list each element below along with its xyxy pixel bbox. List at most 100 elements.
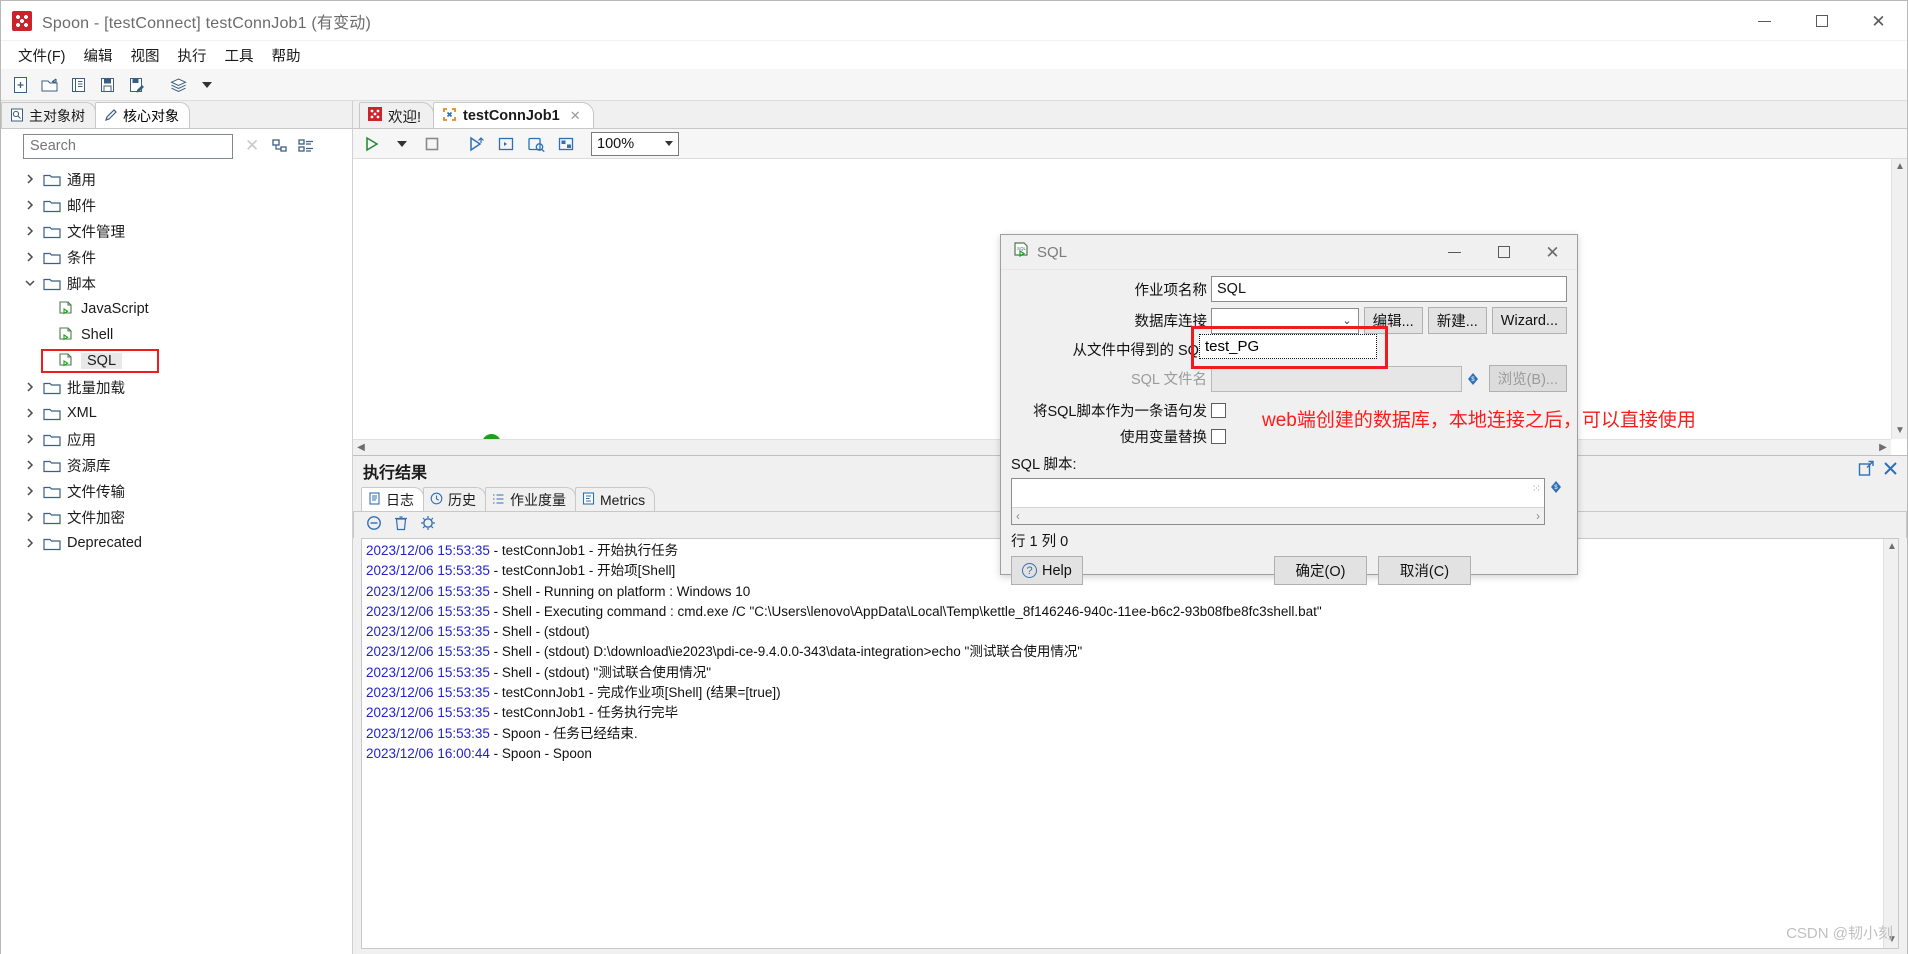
resize-grip-icon[interactable]: ⁙ [1532, 482, 1541, 495]
scroll-up-arrow[interactable]: ▲ [1892, 159, 1907, 175]
tab-close-icon[interactable]: ✕ [570, 108, 581, 124]
menu-view[interactable]: 视图 [122, 42, 169, 69]
dialog-close-button[interactable]: ✕ [1528, 235, 1577, 269]
replay-icon[interactable] [523, 131, 549, 157]
tab-main-object-tree[interactable]: 主对象树 [1, 102, 96, 129]
run-dropdown-icon[interactable] [389, 131, 415, 157]
send-single-statement-checkbox[interactable] [1211, 403, 1226, 418]
log-settings-icon[interactable] [420, 515, 436, 536]
maximize-button[interactable] [1793, 1, 1850, 41]
chevron-down-icon[interactable] [23, 276, 37, 290]
tab-log[interactable]: 日志 [361, 487, 424, 512]
job-entry-name-input[interactable]: SQL [1211, 276, 1567, 302]
collapse-all-icon[interactable] [271, 137, 289, 155]
close-icon[interactable] [1882, 460, 1899, 482]
run-icon[interactable] [359, 131, 385, 157]
chevron-right-icon[interactable] [23, 224, 37, 238]
save-icon[interactable] [94, 72, 120, 98]
chevron-right-icon[interactable] [23, 458, 37, 472]
scroll-left-arrow[interactable]: ◀ [353, 440, 369, 455]
clear-search-icon[interactable]: ✕ [241, 136, 263, 156]
chevron-right-icon[interactable] [23, 432, 37, 446]
minimize-button[interactable] [1736, 1, 1793, 41]
menu-tools[interactable]: 工具 [216, 42, 263, 69]
sql-filename-input[interactable] [1211, 365, 1462, 392]
canvas-vertical-scrollbar[interactable]: ▲ ▼ [1891, 159, 1907, 439]
edit-connection-button[interactable]: 编辑... [1363, 307, 1423, 334]
tree-item-脚本[interactable]: 脚本 [1, 270, 352, 296]
tree-item-shell[interactable]: Shell [1, 322, 352, 348]
menu-file[interactable]: 文件(F) [9, 42, 75, 69]
tab-metrics[interactable]: Metrics [575, 487, 656, 512]
chevron-right-icon[interactable] [23, 380, 37, 394]
variable-icon[interactable]: $ [1466, 372, 1480, 386]
chevron-right-icon[interactable] [23, 536, 37, 550]
sql-script-hscroll[interactable]: ‹ › [1012, 507, 1544, 524]
scroll-right-arrow[interactable]: › [1536, 509, 1540, 523]
db-connection-dropdown-option[interactable]: test_PG [1199, 334, 1377, 359]
tree-item-应用[interactable]: 应用 [1, 426, 352, 452]
scroll-down-arrow[interactable]: ▼ [1892, 423, 1907, 439]
log-scroll-up-arrow[interactable]: ▲ [1884, 539, 1898, 555]
expand-all-icon[interactable] [297, 137, 315, 155]
explorer-icon[interactable] [65, 72, 91, 98]
debug-icon[interactable] [493, 131, 519, 157]
tree-item-邮件[interactable]: 邮件 [1, 192, 352, 218]
tab-job-metrics[interactable]: 作业度量 [485, 487, 576, 512]
layers-icon[interactable] [165, 72, 191, 98]
tree-item-条件[interactable]: 条件 [1, 244, 352, 270]
tree-item-deprecated[interactable]: Deprecated [1, 530, 352, 556]
preview-icon[interactable] [463, 131, 489, 157]
chevron-right-icon[interactable] [23, 406, 37, 420]
scroll-left-arrow[interactable]: ‹ [1016, 509, 1020, 523]
help-button[interactable]: ? Help [1011, 556, 1083, 585]
use-variable-substitution-checkbox[interactable] [1211, 429, 1226, 444]
detach-icon[interactable] [1858, 460, 1875, 482]
sql-script-editor[interactable]: ⁙ ‹ › [1011, 478, 1545, 525]
chevron-right-icon[interactable] [23, 198, 37, 212]
chevron-right-icon[interactable] [23, 484, 37, 498]
stop-icon[interactable] [419, 131, 445, 157]
log-vertical-scrollbar[interactable]: ▲ ▼ [1883, 539, 1898, 948]
tree-item-资源库[interactable]: 资源库 [1, 452, 352, 478]
log-output-area[interactable]: ▲ ▼ 2023/12/06 15:53:35 - testConnJob1 -… [361, 538, 1899, 949]
scroll-right-arrow[interactable]: ▶ [1875, 440, 1891, 455]
tab-welcome[interactable]: 欢迎! [359, 102, 435, 129]
browse-file-button[interactable]: 浏览(B)... [1488, 365, 1567, 392]
dialog-maximize-button[interactable] [1479, 235, 1528, 269]
tree-item-javascript[interactable]: JavaScript [1, 296, 352, 322]
chevron-right-icon[interactable] [23, 250, 37, 264]
tree-item-文件加密[interactable]: 文件加密 [1, 504, 352, 530]
grid-icon[interactable] [553, 131, 579, 157]
chevron-right-icon[interactable] [23, 510, 37, 524]
new-connection-button[interactable]: 新建... [1427, 307, 1487, 334]
delete-icon[interactable] [394, 515, 408, 536]
tree-item-文件管理[interactable]: 文件管理 [1, 218, 352, 244]
tree-item-批量加载[interactable]: 批量加载 [1, 374, 352, 400]
tab-history[interactable]: 历史 [423, 487, 486, 512]
tree-item-文件传输[interactable]: 文件传输 [1, 478, 352, 504]
zoom-select[interactable]: 100% [591, 131, 679, 156]
tree-item-通用[interactable]: 通用 [1, 166, 352, 192]
ok-button[interactable]: 确定(O) [1274, 556, 1367, 585]
tab-core-objects[interactable]: 核心对象 [95, 102, 190, 129]
cancel-button[interactable]: 取消(C) [1378, 556, 1471, 585]
menu-edit[interactable]: 编辑 [75, 42, 122, 69]
close-button[interactable]: ✕ [1850, 1, 1907, 41]
dialog-minimize-button[interactable] [1430, 235, 1479, 269]
tree-item-xml[interactable]: XML [1, 400, 352, 426]
sql-script-text[interactable] [1012, 479, 1544, 507]
open-file-icon[interactable] [36, 72, 62, 98]
clear-log-icon[interactable] [366, 515, 382, 536]
menu-help[interactable]: 帮助 [263, 42, 310, 69]
variable-icon[interactable]: $ [1549, 480, 1563, 494]
new-file-icon[interactable] [7, 72, 33, 98]
chevron-right-icon[interactable] [23, 172, 37, 186]
search-input[interactable]: Search [23, 133, 233, 159]
chevron-down-icon[interactable] [194, 72, 220, 98]
wizard-connection-button[interactable]: Wizard... [1491, 307, 1567, 334]
db-connection-select[interactable]: ⌄ [1211, 307, 1359, 334]
tree-item-sql[interactable]: SQL [1, 348, 352, 374]
menu-run[interactable]: 执行 [169, 42, 216, 69]
tab-testconnjob1[interactable]: testConnJob1 ✕ [433, 102, 594, 129]
